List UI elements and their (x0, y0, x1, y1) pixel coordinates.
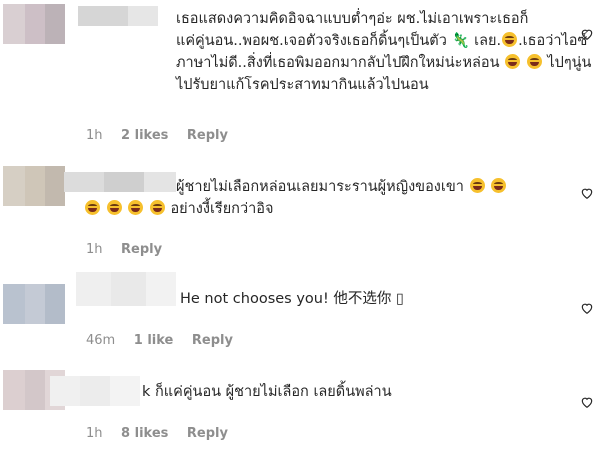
reply-button[interactable]: Reply (192, 333, 233, 348)
avatar[interactable] (3, 4, 65, 44)
comment-meta: 1h 2 likes Reply (86, 128, 228, 143)
timestamp: 1h (86, 128, 103, 143)
comment-meta: 1h 8 likes Reply (86, 426, 228, 441)
likes-count[interactable]: 8 likes (121, 426, 168, 441)
reply-button[interactable]: Reply (121, 242, 162, 257)
comment-1: เธอแสดงความคิดอิจฉาแบบต่ำๆอ่ะ ผช.ไม่เอาเ… (0, 0, 600, 150)
laughing-face-emoji (128, 200, 144, 215)
avatar[interactable] (3, 284, 65, 324)
comment-text: ผู้ชายไม่เลือกหล่อนเลยมาระรานผู้หญิงของเ… (176, 176, 507, 198)
laughing-face-emoji (526, 54, 542, 69)
timestamp: 1h (86, 426, 103, 441)
blurred-username[interactable] (64, 172, 176, 192)
blurred-username[interactable] (76, 272, 176, 306)
comment-meta: 1h Reply (86, 242, 162, 257)
timestamp: 46m (86, 333, 116, 348)
laughing-face-emoji (85, 200, 100, 215)
comment-text: He not chooses you! 他不选你 ▯ (180, 291, 404, 307)
laughing-face-emoji (149, 200, 165, 215)
avatar[interactable] (3, 166, 65, 206)
lizard-emoji: 🦎 (451, 33, 470, 49)
reply-button[interactable]: Reply (187, 426, 228, 441)
comment-text: k ก็แค่คู่นอน ผู้ชายไม่เลือก เลยดิ้นพล่า… (142, 384, 392, 400)
comment-3: He not chooses you! 他不选你 ▯ 46m 1 like Re… (0, 272, 600, 358)
comment-text-line2: อย่างงี้เรียกว่าอิจ (84, 198, 273, 220)
blurred-username[interactable] (50, 376, 140, 406)
unrendered-glyph: ▯ (396, 291, 404, 307)
comment-4: k ก็แค่คู่นอน ผู้ชายไม่เลือก เลยดิ้นพล่า… (0, 366, 600, 455)
comment-meta: 46m 1 like Reply (86, 333, 233, 348)
timestamp: 1h (86, 242, 103, 257)
heart-outline-icon[interactable] (580, 301, 594, 315)
laughing-face-emoji (491, 178, 507, 193)
heart-outline-icon[interactable] (580, 186, 594, 200)
heart-outline-icon[interactable] (580, 27, 594, 41)
laughing-face-emoji (505, 54, 521, 69)
reply-button[interactable]: Reply (187, 128, 228, 143)
laughing-face-emoji (502, 32, 518, 47)
heart-outline-icon[interactable] (580, 395, 594, 409)
comment-2: ผู้ชายไม่เลือกหล่อนเลยมาระรานผู้หญิงของเ… (0, 158, 600, 268)
likes-count[interactable]: 2 likes (121, 128, 168, 143)
laughing-face-emoji (106, 200, 122, 215)
blurred-username[interactable] (78, 6, 158, 26)
laughing-face-emoji (469, 178, 485, 193)
likes-count[interactable]: 1 like (134, 333, 174, 348)
comment-text: เธอแสดงความคิดอิจฉาแบบต่ำๆอ่ะ ผช.ไม่เอาเ… (176, 11, 592, 93)
